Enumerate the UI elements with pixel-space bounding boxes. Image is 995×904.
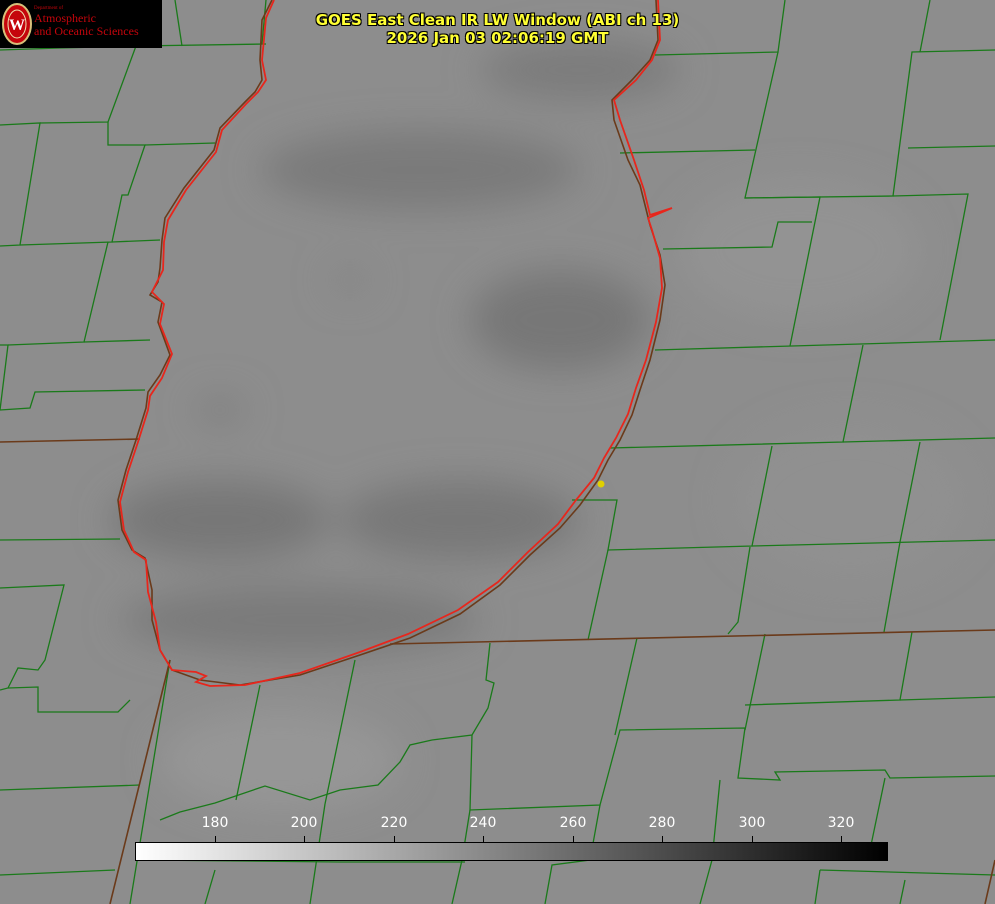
colorbar-tick-mark xyxy=(394,836,395,842)
colorbar-tick-mark xyxy=(304,836,305,842)
image-title: GOES East Clean IR LW Window (ABI ch 13)… xyxy=(0,11,995,47)
colorbar-tick-label: 260 xyxy=(559,815,587,831)
temperature-colorbar xyxy=(135,842,888,861)
station-marker xyxy=(597,480,605,488)
colorbar-tick-label: 240 xyxy=(469,815,497,831)
colorbar-tick-mark xyxy=(662,836,663,842)
colorbar-tick-label: 280 xyxy=(648,815,676,831)
colorbar-tick-label: 220 xyxy=(380,815,408,831)
satellite-map xyxy=(0,0,995,904)
colorbar-tick-mark xyxy=(215,836,216,842)
title-line-1: GOES East Clean IR LW Window (ABI ch 13) xyxy=(315,11,680,29)
colorbar-tick-mark xyxy=(841,836,842,842)
colorbar-tick-label: 200 xyxy=(290,815,318,831)
colorbar-tick-label: 320 xyxy=(827,815,855,831)
colorbar-tick-mark xyxy=(483,836,484,842)
colorbar-tick-mark xyxy=(752,836,753,842)
title-timestamp: 2026 Jan 03 02:06:19 GMT xyxy=(386,29,609,47)
colorbar-tick-mark xyxy=(573,836,574,842)
colorbar-tick-label: 300 xyxy=(738,815,766,831)
colorbar-tick-label: 180 xyxy=(201,815,229,831)
